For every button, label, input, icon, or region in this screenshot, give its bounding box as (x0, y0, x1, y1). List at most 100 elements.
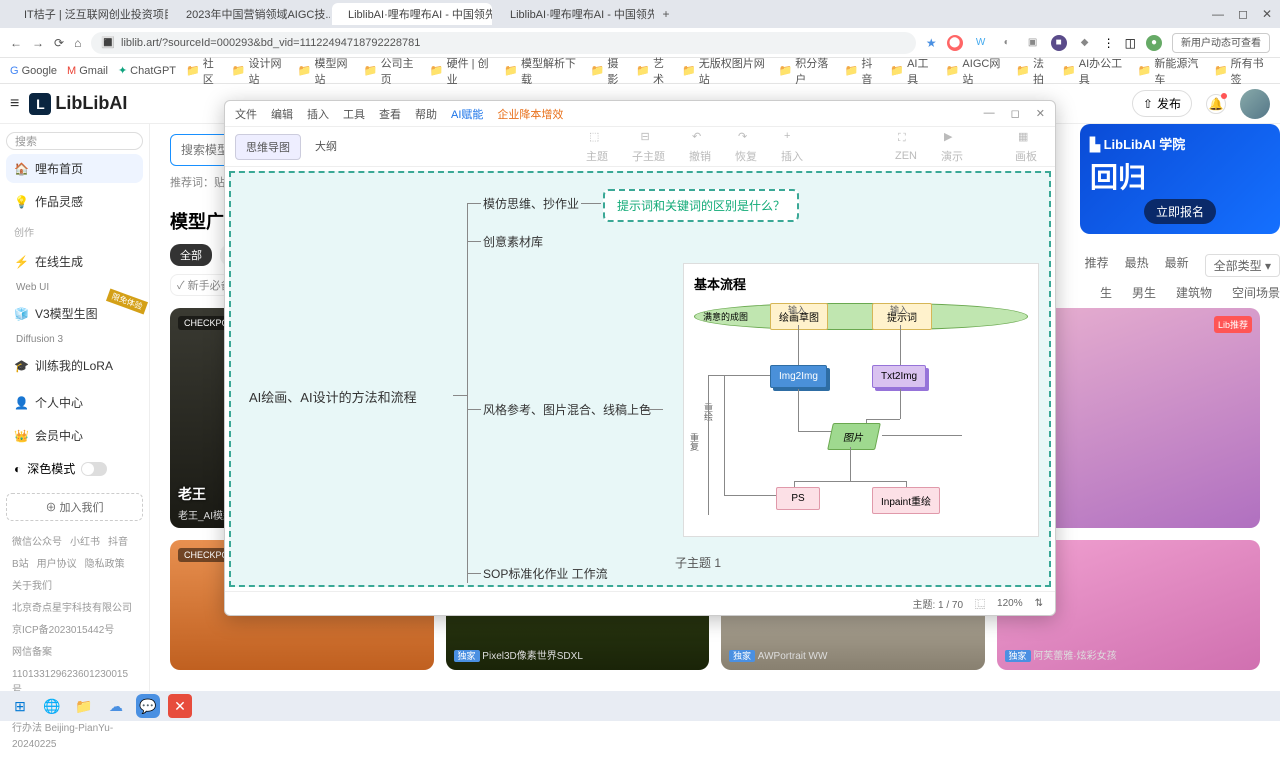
bookmark-folder[interactable]: 积分落户 (779, 55, 835, 87)
tool-redo[interactable]: ↷恢复 (727, 130, 765, 164)
footer-link[interactable]: 用户协议 (37, 557, 77, 573)
ext-icon[interactable]: ◆ (1077, 35, 1093, 51)
home-button[interactable]: ⌂ (74, 36, 81, 50)
nav-profile[interactable]: 👤个人中心 (6, 388, 143, 417)
tool-subtopic[interactable]: ⊟子主题 (624, 130, 673, 164)
bookmark-folder[interactable]: 摄影 (591, 55, 627, 87)
back-button[interactable]: ← (10, 36, 22, 50)
taskbar-app[interactable]: 💬 (136, 694, 160, 718)
maximize-icon[interactable]: ◻ (1238, 7, 1248, 21)
browser-tab[interactable]: IT桔子 | 泛互联网创业投资项目× (8, 3, 168, 25)
close-window-icon[interactable]: ✕ (1262, 7, 1272, 21)
doc-maximize-icon[interactable]: ◻ (1011, 107, 1020, 120)
start-hint-button[interactable]: 新用户动态可查看 (1172, 33, 1270, 53)
flow-box-t2i[interactable]: Txt2Img (872, 365, 926, 388)
bookmark-folder[interactable]: 抖音 (845, 55, 881, 87)
taskbar-app[interactable]: 📁 (72, 694, 96, 718)
tool-undo[interactable]: ↶撤销 (681, 130, 719, 164)
menu-view[interactable]: 查看 (379, 106, 401, 122)
star-icon[interactable]: ★ (926, 36, 937, 50)
site-info-icon[interactable]: 🔳 (101, 36, 115, 49)
bookmark-folder[interactable]: 社区 (186, 55, 222, 87)
doc-close-icon[interactable]: ✕ (1036, 107, 1045, 120)
ext-icon[interactable]: ■ (1051, 35, 1067, 51)
bookmark-folder[interactable]: AIGC网站 (946, 55, 1007, 87)
category-link[interactable]: 男生 (1132, 284, 1156, 301)
bookmark-folder[interactable]: 设计网站 (232, 55, 288, 87)
switch[interactable] (81, 462, 107, 476)
bookmark-folder[interactable]: 公司主页 (364, 55, 420, 87)
flow-box-i2i[interactable]: Img2Img (770, 365, 827, 388)
footer-link[interactable]: 小红书 (70, 535, 100, 551)
mindmap-canvas[interactable]: AI绘画、AI设计的方法和流程 模仿思维、抄作业 提示词和关键词的区别是什么？ … (229, 171, 1051, 587)
menu-ai[interactable]: AI赋能 (451, 106, 483, 122)
category-link[interactable]: 空间场景 (1232, 284, 1280, 301)
footer-link[interactable]: 关于我们 (12, 579, 52, 595)
flow-box-ps[interactable]: PS (776, 487, 820, 510)
zoom-level[interactable]: 120% (997, 598, 1023, 609)
ext-icon[interactable]: ◐ (999, 35, 1015, 51)
reload-button[interactable]: ⟳ (54, 36, 64, 50)
taskbar-app[interactable]: ✕ (168, 694, 192, 718)
start-button[interactable]: ⊞ (8, 694, 32, 718)
flow-box-result[interactable]: 满意的成图 (694, 303, 1028, 330)
browser-tab-active[interactable]: LiblibAI·哩布哩布AI - 中国领先× (332, 3, 492, 25)
minimize-icon[interactable]: — (1212, 7, 1224, 21)
view-mode-icon[interactable]: ⿺ (975, 596, 985, 611)
browser-tab[interactable]: LiblibAI·哩布哩布AI - 中国领先× (494, 3, 654, 25)
bookmark-folder[interactable]: 艺术 (636, 55, 672, 87)
nav-member[interactable]: 👑会员中心 (6, 421, 143, 450)
bookmark-folder[interactable]: 模型网站 (298, 55, 354, 87)
menu-enterprise[interactable]: 企业降本增效 (497, 106, 563, 122)
bookmark-item[interactable]: ✦ChatGPT (118, 64, 176, 77)
menu-edit[interactable]: 编辑 (271, 106, 293, 122)
forward-button[interactable]: → (32, 36, 44, 50)
type-select[interactable]: 全部类型 ▾ (1205, 254, 1280, 277)
ext-icon[interactable]: W (973, 35, 989, 51)
dark-mode-toggle[interactable]: ◐深色模式 (6, 454, 143, 483)
subtopic-node[interactable]: 子主题 1 (675, 554, 721, 571)
sort-option[interactable]: 最新 (1165, 254, 1189, 277)
flow-box-image[interactable]: 图片 (827, 423, 881, 450)
tool-topic[interactable]: ⬚主题 (578, 130, 616, 164)
selected-node[interactable]: 提示词和关键词的区别是什么？ (603, 189, 799, 222)
logo[interactable]: LLibLibAI (29, 93, 127, 115)
academy-banner[interactable]: ▙ LibLibAI 学院 回归 立即报名 (1080, 124, 1280, 234)
browser-tab[interactable]: 2023年中国营销领域AIGC技...× (170, 3, 330, 25)
nav-inspiration[interactable]: 💡作品灵感 (6, 187, 143, 216)
tab-mindmap[interactable]: 思维导图 (235, 134, 301, 160)
tool-zen[interactable]: ⛶ZEN (887, 132, 925, 162)
taskbar-app[interactable]: 🌐 (40, 694, 64, 718)
footer-link[interactable]: 隐私政策 (85, 557, 125, 573)
tab-outline[interactable]: 大纲 (305, 134, 347, 160)
new-tab-button[interactable]: + (656, 7, 676, 21)
bookmark-folder[interactable]: 模型解析下载 (504, 55, 580, 87)
bookmark-item[interactable]: GGoogle (10, 65, 57, 77)
join-us-button[interactable]: ⊕ 加入我们 (6, 493, 143, 521)
bookmark-folder[interactable]: 无版权图片网站 (682, 55, 769, 87)
mindmap-root[interactable]: AI绘画、AI设计的方法和流程 (249, 387, 417, 406)
nav-home[interactable]: 🏠哩布首页 (6, 154, 143, 183)
bookmark-folder[interactable]: 新能源汽车 (1138, 55, 1204, 87)
footer-link[interactable]: 抖音 (108, 535, 128, 551)
zoom-stepper-icon[interactable]: ⇅ (1035, 598, 1043, 609)
nav-lora[interactable]: 🎓训练我的LoRA (6, 351, 143, 380)
menu-icon[interactable]: ≡ (10, 95, 19, 113)
menu-help[interactable]: 帮助 (415, 106, 437, 122)
sidebar-search[interactable]: 搜索 (6, 132, 143, 150)
nav-v3[interactable]: 🧊V3模型生图限免体验 (6, 299, 143, 328)
menu-tool[interactable]: 工具 (343, 106, 365, 122)
side-panel-icon[interactable]: ◫ (1125, 36, 1136, 50)
bookmark-folder[interactable]: AI工具 (890, 55, 935, 87)
nav-generate[interactable]: ⚡在线生成 (6, 247, 143, 276)
bookmark-folder[interactable]: AI办公工具 (1062, 55, 1128, 87)
notification-icon[interactable]: 🔔 (1206, 94, 1226, 114)
branch[interactable]: 模仿思维、抄作业 (483, 195, 579, 212)
flow-box-inpaint[interactable]: Inpaint重绘 (872, 487, 940, 514)
bookmark-folder[interactable]: 硬件 | 创业 (430, 55, 494, 87)
footer-link[interactable]: 微信公众号 (12, 535, 62, 551)
bookmark-folder[interactable]: 法拍 (1016, 55, 1052, 87)
footer-link[interactable]: B站 (12, 557, 29, 573)
all-bookmarks-button[interactable]: 所有书签 (1214, 55, 1270, 87)
avatar[interactable] (1240, 89, 1270, 119)
